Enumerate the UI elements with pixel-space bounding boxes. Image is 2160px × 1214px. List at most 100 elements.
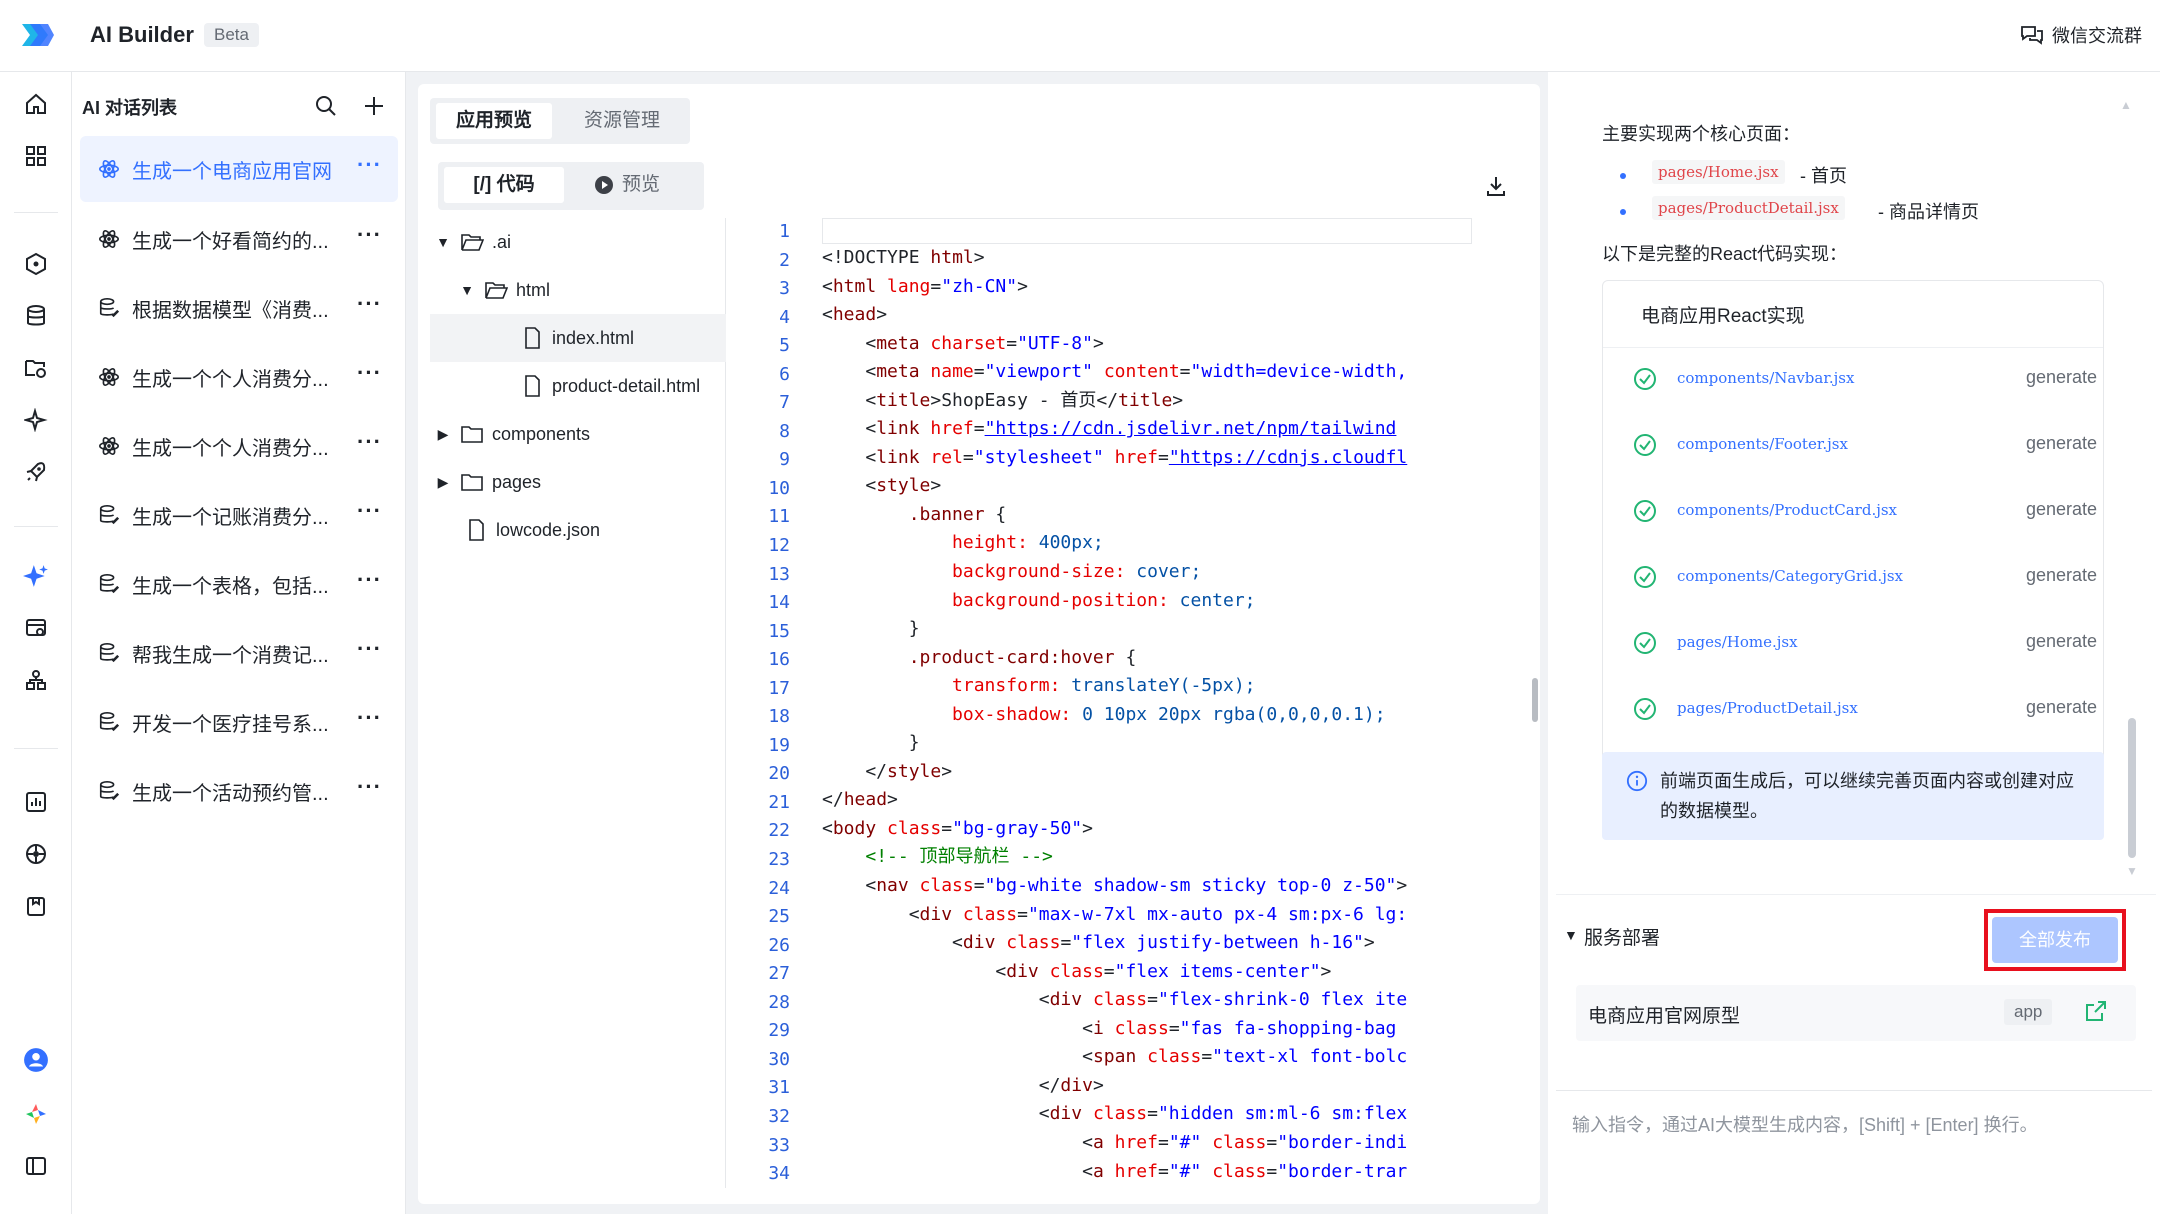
more-icon[interactable]: ··· [357,360,382,386]
user-icon[interactable] [22,1046,50,1074]
more-icon[interactable]: ··· [357,291,382,317]
line-number: 34 [768,1163,790,1185]
more-icon[interactable]: ··· [357,774,382,800]
chat-item[interactable]: 根据数据模型《消费... ··· [80,275,398,341]
download-icon[interactable] [1484,174,1508,198]
prompt-input[interactable]: 输入指令，通过AI大模型生成内容，[Shift] + [Enter] 换行。 编… [1556,1090,2152,1214]
more-icon[interactable]: ··· [357,429,382,455]
chat-item[interactable]: 生成一个个人消费分... ··· [80,413,398,479]
wechat-group-link[interactable]: 微信交流群 [2020,22,2142,48]
more-icon[interactable]: ··· [357,567,382,593]
tree-file-index[interactable]: index.html [430,314,726,362]
scroll-down-icon[interactable]: ▼ [2126,864,2138,878]
generated-file-row[interactable]: components/Footer.jsx generate [1627,425,2097,465]
page-desc: - 商品详情页 [1878,202,1979,222]
code-line: <meta name="viewport" content="width=dev… [822,361,1408,383]
tree-folder-ai[interactable]: ▼ .ai [430,218,726,266]
rocket-icon[interactable] [22,458,50,486]
sparkle-icon[interactable] [22,406,50,434]
database-icon[interactable] [22,302,50,330]
tab-resources[interactable]: 资源管理 [564,103,680,139]
card-divider [1603,347,2103,348]
home-icon[interactable] [22,90,50,118]
code-line: .product-card:hover { [908,646,1137,668]
palette-icon[interactable] [22,1100,50,1128]
generated-file-row[interactable]: components/CategoryGrid.jsx generate [1627,557,2097,597]
assistant-scrollbar[interactable] [2128,718,2136,858]
chat-item[interactable]: 生成一个记账消费分... ··· [80,482,398,548]
more-icon[interactable]: ··· [357,498,382,524]
code-line: <!-- 顶部导航栏 --> [865,846,1053,868]
chat-item-label: 生成一个个人消费分... [132,368,329,391]
chat-item[interactable]: 生成一个活动预约管... ··· [80,758,398,824]
card-icon[interactable] [22,614,50,642]
search-icon[interactable] [314,94,338,118]
more-icon[interactable]: ··· [357,636,382,662]
publish-all-button[interactable]: 全部发布 [1992,917,2118,963]
more-icon[interactable]: ··· [357,222,382,248]
caret-down-icon: ▼ [460,282,474,298]
line-number: 8 [779,420,790,442]
line-number: 9 [779,449,790,471]
grid-icon[interactable] [22,142,50,170]
code-line: <!DOCTYPE html> [822,247,985,268]
line-number: 5 [779,335,790,357]
box-icon[interactable] [22,892,50,920]
check-circle-icon [1634,500,1656,522]
tree-file-product-detail[interactable]: product-detail.html [430,362,726,410]
tab-app-preview[interactable]: 应用预览 [436,103,553,139]
editor-scrollbar[interactable] [1532,678,1538,722]
external-link-icon[interactable] [2084,999,2108,1023]
chart-icon[interactable] [22,788,50,816]
scroll-up-icon[interactable]: ▲ [2120,98,2132,112]
tab-preview[interactable]: 预览 [574,167,680,203]
line-number: 13 [768,563,790,585]
org-icon[interactable] [22,666,50,694]
folder-icon [461,426,483,443]
chat-item[interactable]: 开发一个医疗挂号系... ··· [80,689,398,755]
sidebar-toggle-icon[interactable] [22,1152,50,1180]
generated-file-row[interactable]: pages/Home.jsx generate [1627,623,2097,663]
atom-icon [99,437,119,455]
generated-file-row[interactable]: pages/ProductDetail.jsx generate [1627,689,2097,729]
add-chat-icon[interactable] [362,94,386,118]
shield-icon[interactable] [22,250,50,278]
check-circle-icon [1634,566,1656,588]
chat-item[interactable]: 生成一个个人消费分... ··· [80,344,398,410]
check-circle-icon [1634,632,1656,654]
tree-file-lowcode[interactable]: lowcode.json [430,506,726,554]
tab-code[interactable]: [/] 代码 [444,167,564,203]
deploy-item-tag: app [2004,999,2053,1025]
more-icon[interactable]: ··· [357,705,382,731]
rail-divider [14,526,58,527]
deploy-item[interactable]: 电商应用官网原型 app [1576,985,2136,1041]
chat-item[interactable]: 帮我生成一个消费记... ··· [80,620,398,686]
line-number: 16 [768,649,790,671]
code-line: </head> [822,789,898,811]
tree-folder-pages[interactable]: ▶ pages [430,458,726,506]
tree-label: pages [492,471,542,492]
folder-open-icon [461,234,484,251]
chat-item[interactable]: 生成一个表格，包括... ··· [80,551,398,617]
chat-item-label: 生成一个个人消费分... [132,437,329,460]
network-icon[interactable] [22,840,50,868]
caret-down-icon[interactable]: ▼ [1564,927,1578,943]
code-editor[interactable]: 1 2 3 4 5 6 7 8 9 10 11 12 13 14 15 16 17 18 19 20 21 22 23 24 2… [734,218,1474,1188]
chat-item[interactable]: 生成一个电商应用官网 ··· [80,136,398,202]
assistant-followup: 以下是完整的React代码实现： [1602,244,1848,264]
panel-tabs: 应用预览 资源管理 [430,98,690,144]
ai-star-icon[interactable] [22,562,50,590]
tree-folder-html[interactable]: ▼ html [430,266,726,314]
line-number: 11 [768,506,790,528]
folder-chart-icon[interactable] [22,354,50,382]
code-line: } [822,732,920,754]
code-line: .banner { [908,503,1007,525]
code-line: <link href="https://cdn.jsdelivr.net/npm… [822,418,1397,440]
chat-item[interactable]: 生成一个好看简约的... ··· [80,206,398,272]
generated-file-status: generate [2025,499,2097,519]
generated-file-row[interactable]: components/Navbar.jsx generate [1627,359,2097,399]
more-icon[interactable]: ··· [357,152,382,178]
generated-file-row[interactable]: components/ProductCard.jsx generate [1627,491,2097,531]
code-line: <a href="#" class="border-indi [822,1131,1408,1153]
tree-folder-components[interactable]: ▶ components [430,410,726,458]
